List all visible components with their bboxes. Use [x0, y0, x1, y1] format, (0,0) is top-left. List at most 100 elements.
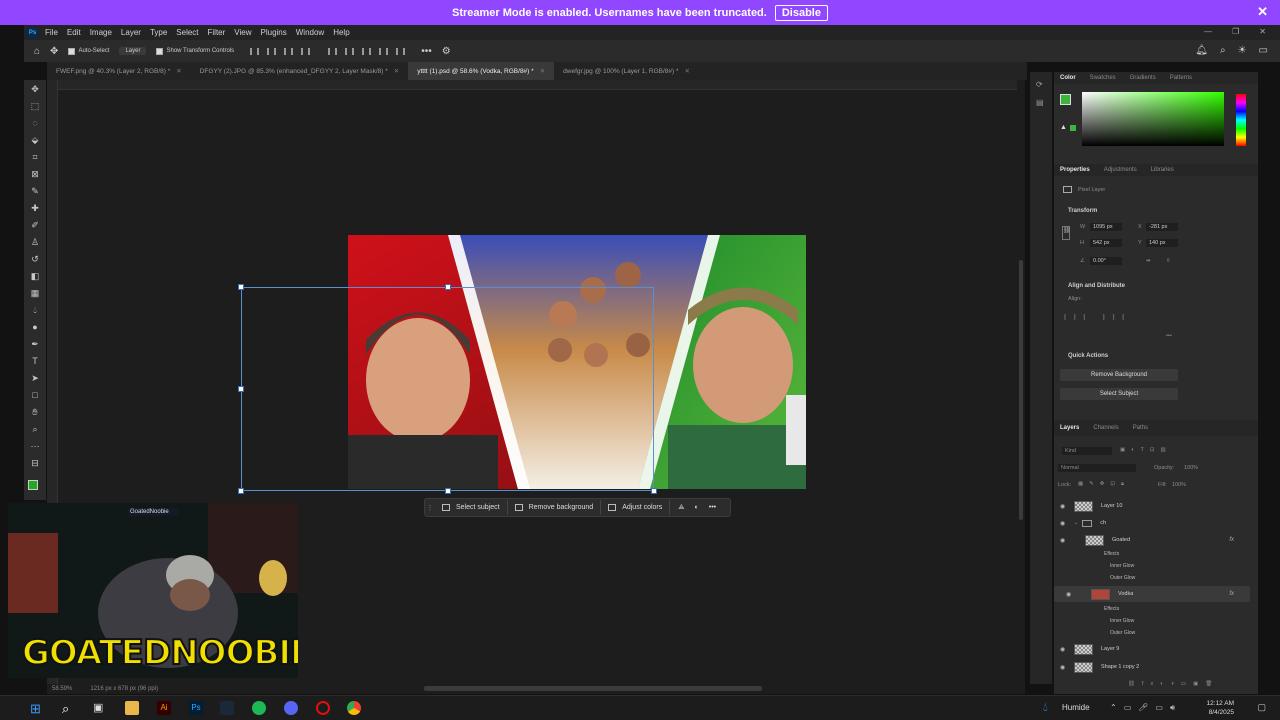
menu-image[interactable]: Image	[90, 28, 112, 37]
illustrator-icon[interactable]: Ai	[157, 701, 171, 715]
distribute-icon[interactable]	[328, 47, 338, 55]
distribute-left-icon[interactable]	[379, 47, 389, 55]
visibility-eye-icon[interactable]: ◉	[1060, 646, 1069, 653]
layer-effects-icon[interactable]: fx	[1229, 591, 1234, 597]
mask-icon[interactable]: ◐	[695, 504, 699, 511]
layer-filter-kind[interactable]: Kind	[1062, 447, 1112, 455]
history-brush-icon[interactable]: ↺	[30, 254, 40, 264]
maximize-icon[interactable]: ❐	[1232, 27, 1239, 36]
x-field[interactable]: -281 px	[1146, 223, 1178, 231]
bell-icon[interactable]: 🔔︎	[1195, 45, 1208, 56]
menu-view[interactable]: View	[234, 28, 251, 37]
close-icon[interactable]: ✕	[1257, 4, 1268, 20]
transform-icon[interactable]: ⟁	[678, 504, 684, 512]
auto-select-checkbox[interactable]: Auto-Select	[68, 47, 109, 55]
adjust-colors-button[interactable]: Adjust colors	[601, 500, 671, 515]
select-subject-button[interactable]: Select subject	[435, 500, 508, 515]
window-close-icon[interactable]: ✕	[1259, 27, 1266, 36]
tab-close-icon[interactable]: ✕	[176, 67, 181, 75]
layer-row-selected[interactable]: ◉ Vodka fx	[1054, 586, 1250, 602]
layer-row[interactable]: ◉ Shape 1 copy 2	[1054, 659, 1250, 675]
clone-stamp-icon[interactable]: ♙	[30, 237, 40, 247]
menu-layer[interactable]: Layer	[121, 28, 141, 37]
dodge-tool-icon[interactable]: ●	[30, 322, 40, 332]
path-select-icon[interactable]: ➤	[30, 373, 40, 383]
foreground-color-swatch[interactable]	[28, 480, 38, 490]
visibility-eye-icon[interactable]: ◉	[1060, 664, 1069, 671]
rectangle-tool-icon[interactable]: □	[30, 390, 40, 400]
crop-tool-icon[interactable]: ⌗	[30, 152, 40, 162]
transform-handle[interactable]	[238, 386, 244, 392]
lock-icons[interactable]: ▦✎✥⊡🔒︎	[1078, 481, 1130, 488]
drag-handle-icon[interactable]: ⋮	[425, 504, 435, 512]
blend-mode-dropdown[interactable]: Normal	[1058, 464, 1136, 472]
search-icon[interactable]: ⌕	[62, 701, 76, 716]
tab-dwefgr[interactable]: dwefgr.jpg @ 100% (Layer 1, RGB/8#) * ✕	[554, 62, 699, 80]
layer-group-row[interactable]: ◉ ⌄ ch	[1054, 515, 1250, 531]
file-explorer-icon[interactable]	[125, 701, 139, 715]
angle-field[interactable]: 0.00°	[1090, 257, 1122, 265]
tab-close-icon[interactable]: ✕	[540, 67, 545, 75]
transform-handle[interactable]	[238, 488, 244, 494]
tab-paths[interactable]: Paths	[1133, 425, 1148, 431]
tab-gradients[interactable]: Gradients	[1130, 75, 1156, 81]
weather-text[interactable]: Humide	[1062, 703, 1090, 712]
move-tool-icon[interactable]: ✥	[30, 84, 40, 94]
lasso-tool-icon[interactable]: ◌	[30, 118, 40, 128]
hue-slider[interactable]	[1236, 94, 1246, 146]
pen-tool-icon[interactable]: ✒	[30, 339, 40, 349]
align-section-title[interactable]: Align and Distribute	[1068, 283, 1125, 289]
transform-handle[interactable]	[445, 284, 451, 290]
photoshop-icon[interactable]: Ps	[189, 701, 203, 715]
workspace-icon[interactable]: ▭	[1259, 45, 1268, 56]
align-right-icon[interactable]	[284, 47, 294, 55]
layer-actions-icons[interactable]: ⛓fx◐◑▭▣🗑︎	[1128, 681, 1219, 687]
minimize-icon[interactable]: —	[1204, 27, 1212, 36]
transform-section-title[interactable]: Transform	[1068, 208, 1097, 214]
gear-icon[interactable]: ⚙	[442, 46, 451, 57]
notification-icon[interactable]: ▢	[1257, 702, 1266, 713]
visibility-eye-icon[interactable]: ◉	[1060, 503, 1069, 510]
spotify-icon[interactable]	[252, 701, 266, 715]
lightbulb-icon[interactable]: ☀	[1238, 45, 1247, 56]
width-field[interactable]: 1095 px	[1090, 223, 1122, 231]
distribute-right-icon[interactable]	[396, 47, 406, 55]
layer-effects-icon[interactable]: fx	[1229, 537, 1234, 543]
visibility-eye-icon[interactable]: ◉	[1060, 520, 1069, 527]
task-view-icon[interactable]: ▣	[93, 701, 107, 715]
menu-window[interactable]: Window	[296, 28, 324, 37]
menu-filter[interactable]: Filter	[208, 28, 226, 37]
flip-horizontal-icon[interactable]: ⇹	[1146, 258, 1151, 264]
select-subject-panel-button[interactable]: Select Subject	[1060, 388, 1178, 400]
edit-toolbar-icon[interactable]: ⊟	[30, 458, 40, 468]
align-top-icon[interactable]	[301, 47, 311, 55]
group-chevron-icon[interactable]: ⌄	[1074, 520, 1078, 526]
transform-bounding-box[interactable]	[241, 287, 654, 491]
tab-swatches[interactable]: Swatches	[1090, 75, 1116, 81]
clock[interactable]: 12:12 AM 8/4/2025	[1207, 699, 1234, 717]
hand-tool-icon[interactable]: ✋︎	[30, 407, 40, 417]
transform-handle[interactable]	[238, 284, 244, 290]
windows-start-icon[interactable]: ⊞	[30, 701, 44, 716]
flip-vertical-icon[interactable]: ⇳	[1166, 258, 1171, 264]
comments-icon[interactable]: ▤	[1036, 98, 1046, 107]
eraser-tool-icon[interactable]: ◧	[30, 271, 40, 281]
healing-brush-icon[interactable]: ✚	[30, 203, 40, 213]
tab-close-icon[interactable]: ✕	[685, 67, 690, 75]
remove-background-panel-button[interactable]: Remove Background	[1060, 369, 1178, 381]
tab-ytttt-active[interactable]: ytttt (1).psd @ 58.6% (Vodka, RGB/8#) * ✕	[408, 62, 555, 80]
frame-tool-icon[interactable]: ⊠	[30, 169, 40, 179]
tab-channels[interactable]: Channels	[1093, 425, 1118, 431]
y-field[interactable]: 140 px	[1146, 239, 1178, 247]
inner-glow-effect[interactable]: Inner Glow	[1110, 563, 1134, 569]
align-left-icon[interactable]	[250, 47, 260, 55]
outer-glow-effect[interactable]: Outer Glow	[1110, 575, 1135, 581]
remove-background-button[interactable]: Remove background	[508, 500, 602, 515]
inner-glow-effect[interactable]: Inner Glow	[1110, 618, 1134, 624]
opera-icon[interactable]	[316, 701, 330, 715]
distribute-middle-icon[interactable]	[345, 47, 355, 55]
scrollbar-thumb[interactable]	[424, 686, 762, 691]
auto-select-target-dropdown[interactable]: Layer	[119, 47, 147, 55]
vertical-scrollbar[interactable]	[1017, 80, 1025, 684]
more-tools-icon[interactable]: ⋯	[30, 441, 40, 451]
